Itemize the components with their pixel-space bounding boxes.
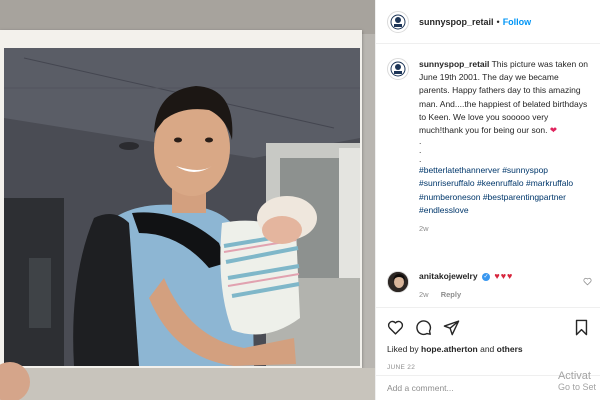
- liked-by-others[interactable]: others: [497, 344, 523, 354]
- header-username[interactable]: sunnyspop_retail: [419, 17, 494, 27]
- post-photo[interactable]: [0, 0, 375, 400]
- photo-background-bottom: [0, 368, 375, 400]
- caption-username[interactable]: sunnyspop_retail: [419, 59, 489, 69]
- caption-timestamp[interactable]: 2w: [419, 222, 589, 235]
- separator-dot: •: [496, 16, 500, 27]
- liked-by-user[interactable]: hope.atherton: [421, 344, 478, 354]
- caption-dot: .: [419, 154, 422, 165]
- hashtag[interactable]: #markruffalo: [526, 178, 573, 188]
- hashtag[interactable]: #sunriseruffalo: [419, 178, 475, 188]
- photo-background-top: [0, 0, 375, 34]
- heart-outline-icon[interactable]: [583, 277, 592, 286]
- comment-timestamp[interactable]: 2w: [419, 290, 429, 299]
- heart-outline-icon[interactable]: [387, 319, 404, 336]
- action-icon-bar: [387, 316, 590, 338]
- liked-by-prefix: Liked by: [387, 344, 419, 354]
- activation-watermark: Activat Go to Set: [558, 371, 596, 393]
- photo-image: [4, 48, 360, 366]
- add-comment-placeholder: Add a comment...: [387, 383, 454, 393]
- liked-by-and: and: [480, 344, 495, 354]
- post-header: sunnyspop_retail • Follow: [376, 0, 600, 44]
- post-actions: Liked by hope.atherton and others JUNE 2…: [376, 307, 600, 371]
- comment-icon[interactable]: [415, 319, 432, 336]
- caption-dot: .: [419, 145, 422, 156]
- commenter-username[interactable]: anitakojewelry: [419, 271, 478, 281]
- comment-text: ♥♥♥: [494, 271, 514, 281]
- red-heart-emoji: ❤: [549, 125, 558, 136]
- share-icon[interactable]: [443, 319, 460, 336]
- hashtag[interactable]: #betterlatethannerver: [419, 165, 500, 175]
- caption-dot: .: [419, 136, 422, 147]
- photo-illustration: [4, 48, 360, 366]
- brand-logo-icon: [390, 14, 406, 29]
- caption: sunnyspop_retail This picture was taken …: [376, 44, 600, 307]
- watermark-line2: Go to Set: [557, 382, 596, 392]
- post-side-panel: sunnyspop_retail • Follow sunnyspop_reta…: [375, 0, 600, 400]
- hashtag[interactable]: #keenruffalo: [477, 178, 524, 188]
- brand-logo-icon: [390, 61, 406, 77]
- commenter-avatar[interactable]: [387, 271, 409, 293]
- verified-badge-icon: ✓: [481, 272, 490, 281]
- hashtag[interactable]: #endlesslove: [419, 205, 469, 215]
- follow-button[interactable]: Follow: [503, 17, 532, 27]
- watermark-line1: Activat: [557, 370, 591, 382]
- save-icon[interactable]: [573, 319, 590, 336]
- avatar[interactable]: [387, 10, 409, 33]
- caption-text: This picture was taken on June 19th 2001…: [419, 59, 588, 136]
- liked-by-line: Liked by hope.atherton and others: [387, 344, 590, 354]
- caption-avatar[interactable]: [387, 58, 409, 80]
- caption-text-block: sunnyspop_retail This picture was taken …: [419, 58, 589, 235]
- hashtag[interactable]: #sunnyspop: [502, 165, 548, 175]
- comment: anitakojewelry ✓ ♥♥♥ 2w Reply: [387, 271, 592, 299]
- hashtag[interactable]: #bestparentingpartner: [483, 192, 566, 202]
- commenter-photo-icon: [388, 272, 408, 292]
- hashtag-list: #betterlatethannerver #sunnyspop #sunris…: [419, 164, 589, 217]
- hashtag[interactable]: #numberoneson: [419, 192, 480, 202]
- reply-button[interactable]: Reply: [441, 290, 461, 299]
